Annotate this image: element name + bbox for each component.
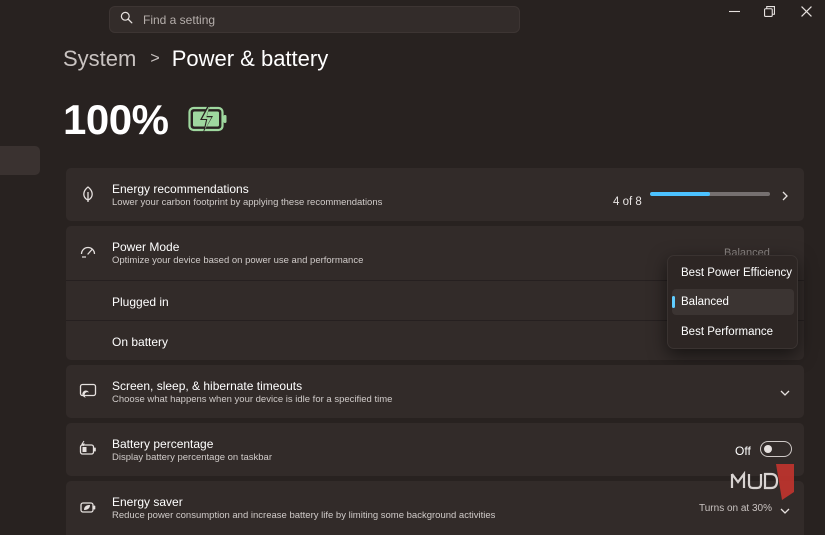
- option-balanced-label: Balanced: [681, 296, 729, 308]
- power-gauge-icon: [79, 243, 97, 261]
- screen-sleep-icon: [79, 382, 97, 400]
- power-mode-title: Power Mode: [112, 240, 180, 254]
- energy-recommendations-count: 4 of 8: [613, 196, 642, 208]
- energy-recommendations-description: Lower your carbon footprint by applying …: [112, 197, 383, 208]
- battery-charging-icon: [188, 105, 228, 138]
- search-icon: [120, 11, 133, 29]
- option-best-performance[interactable]: Best Performance: [672, 319, 794, 345]
- power-mode-dropdown: Best Power Efficiency Balanced Best Perf…: [667, 255, 798, 349]
- breadcrumb-system[interactable]: System: [63, 46, 136, 72]
- progress-fill: [650, 192, 710, 196]
- minimize-icon: [728, 4, 740, 22]
- chevron-down-icon[interactable]: [779, 504, 791, 516]
- option-balanced[interactable]: Balanced: [672, 289, 794, 315]
- close-button[interactable]: [787, 0, 825, 26]
- energy-saver-title: Energy saver: [112, 495, 183, 509]
- search-input[interactable]: [143, 12, 483, 27]
- energy-saver-status: Turns on at 30%: [699, 503, 773, 514]
- plugged-in-label: Plugged in: [112, 295, 169, 309]
- page-title: Power & battery: [171, 46, 329, 71]
- battery-percentage-toggle-label: Off: [735, 444, 751, 458]
- restore-icon: [763, 4, 775, 22]
- selected-indicator: [672, 296, 675, 308]
- restore-button[interactable]: [750, 0, 788, 26]
- battery-percentage-title: Battery percentage: [112, 437, 214, 451]
- battery-percentage-toggle[interactable]: [760, 441, 792, 457]
- search-box[interactable]: [109, 6, 520, 33]
- minimize-button[interactable]: [715, 0, 753, 26]
- energy-recommendations-title: Energy recommendations: [112, 182, 249, 196]
- battery-percent: 100%: [63, 96, 169, 143]
- battery-percentage-card: Battery percentage Display battery perce…: [66, 423, 804, 476]
- battery-icon: [79, 440, 97, 458]
- screen-sleep-description: Choose what happens when your device is …: [112, 394, 393, 405]
- power-mode-description: Optimize your device based on power use …: [112, 255, 364, 266]
- toggle-knob: [764, 445, 772, 453]
- screen-sleep-title: Screen, sleep, & hibernate timeouts: [112, 379, 303, 393]
- nav-selected-item[interactable]: [0, 146, 40, 175]
- on-battery-label: On battery: [112, 335, 169, 349]
- battery-percentage-description: Display battery percentage on taskbar: [112, 452, 273, 463]
- chevron-right-icon: [779, 189, 791, 201]
- energy-saver-card[interactable]: Energy saver Reduce power consumption an…: [66, 481, 804, 535]
- close-icon: [800, 4, 812, 22]
- energy-saver-description: Reduce power consumption and increase ba…: [112, 510, 496, 521]
- breadcrumb: System > Power & battery: [63, 46, 328, 72]
- chevron-down-icon[interactable]: [779, 386, 791, 398]
- leaf-icon: [79, 185, 97, 203]
- option-best-power-efficiency[interactable]: Best Power Efficiency: [672, 260, 794, 286]
- energy-recommendations-progress: [650, 192, 770, 196]
- muo-watermark-logo: [714, 464, 794, 500]
- screen-sleep-card[interactable]: Screen, sleep, & hibernate timeouts Choo…: [66, 365, 804, 418]
- breadcrumb-separator: >: [150, 50, 160, 67]
- energy-saver-icon: [79, 498, 97, 516]
